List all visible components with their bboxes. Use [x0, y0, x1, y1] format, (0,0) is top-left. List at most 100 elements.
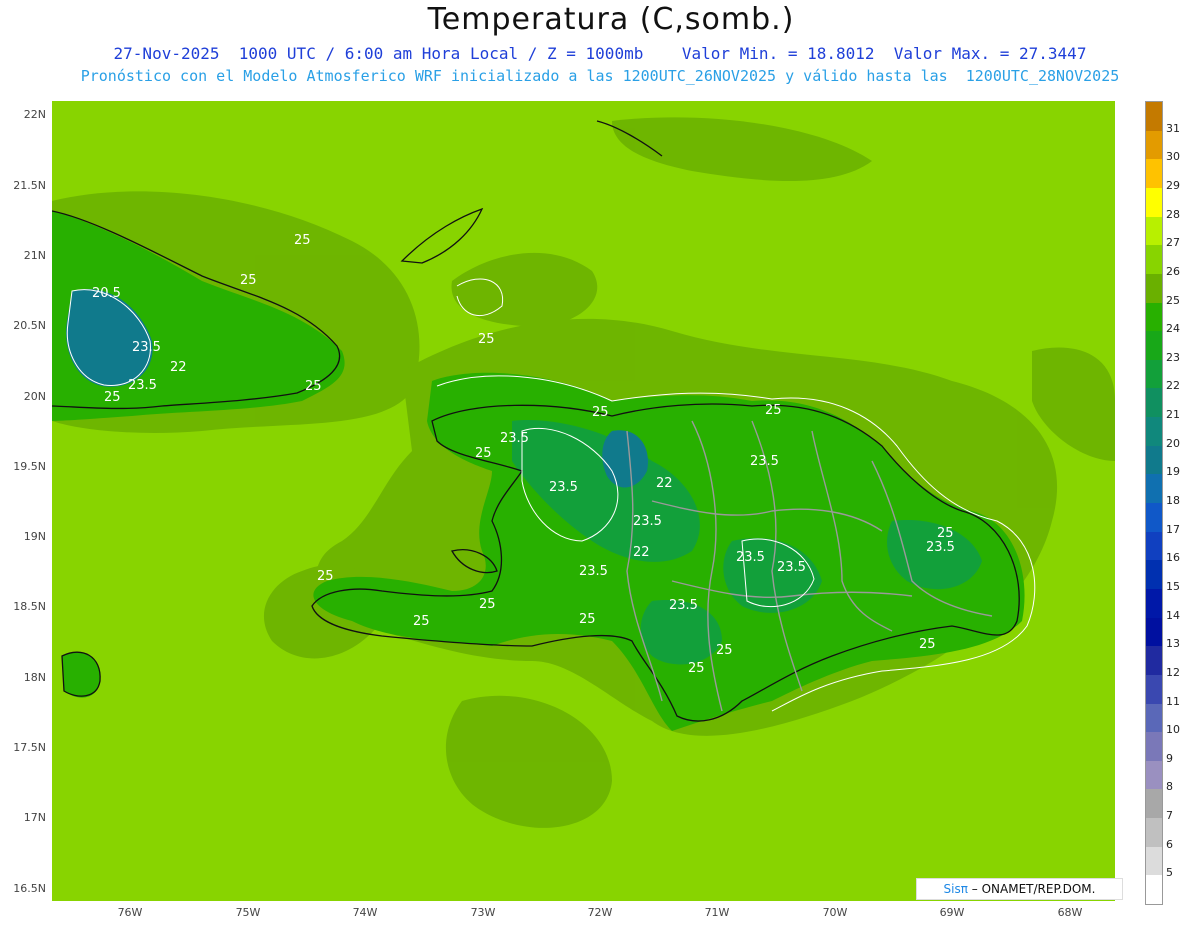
- sispi-logo-text: Sisπ: [943, 882, 968, 896]
- legend-label: 11: [1166, 694, 1180, 708]
- contour-label: 25: [716, 643, 733, 658]
- legend-label: 26: [1166, 264, 1180, 278]
- legend-swatch: [1146, 846, 1162, 876]
- legend-swatch: [1146, 503, 1162, 532]
- temperature-map[interactable]: 25 25 20.5 23.5 22 23.5 25 25 25 25 23.5…: [52, 101, 1115, 901]
- legend-swatch: [1146, 130, 1162, 160]
- legend-swatch: [1146, 789, 1162, 819]
- contour-label: 25: [919, 637, 936, 652]
- map-subtitle-model-run: Pronóstico con el Modelo Atmosferico WRF…: [80, 67, 1120, 85]
- legend-swatch: [1146, 703, 1162, 733]
- legend-swatch: [1146, 159, 1162, 189]
- contour-label: 25: [937, 526, 954, 541]
- map-subtitle-valid-time: 27-Nov-2025 1000 UTC / 6:00 am Hora Loca…: [113, 44, 1087, 63]
- lat-label: 19.5N: [13, 460, 46, 473]
- lat-label: 20.5N: [13, 319, 46, 332]
- legend-label: 14: [1166, 608, 1180, 622]
- legend-label: 8: [1166, 780, 1173, 794]
- legend-label: 31: [1166, 121, 1180, 135]
- contour-label: 22: [170, 360, 187, 375]
- legend-swatch: [1146, 445, 1162, 475]
- contour-label: 25: [317, 569, 334, 584]
- contour-label: 25: [479, 597, 496, 612]
- legend-swatch: [1146, 560, 1162, 590]
- lon-label: 76W: [117, 906, 143, 919]
- legend-label: 22: [1166, 379, 1180, 393]
- lon-label: 73W: [470, 906, 496, 919]
- legend-label: 15: [1166, 579, 1180, 593]
- legend-label: 23: [1166, 350, 1180, 364]
- contour-label: 25: [592, 405, 609, 420]
- contour-label: 25: [475, 446, 492, 461]
- legend-swatch: [1146, 417, 1162, 447]
- lon-label: 75W: [235, 906, 261, 919]
- legend-label: 17: [1166, 522, 1180, 536]
- legend-swatch: [1146, 617, 1162, 647]
- legend-label: 27: [1166, 236, 1180, 250]
- contour-label: 23.5: [579, 564, 608, 579]
- credit-text: – ONAMET/REP.DOM.: [967, 882, 1096, 896]
- legend-swatch: [1146, 531, 1162, 561]
- contour-label: 25: [294, 233, 311, 248]
- legend-label: 28: [1166, 207, 1180, 221]
- lon-label: 68W: [1057, 906, 1083, 919]
- contour-label: 22: [633, 545, 650, 560]
- legend-label: 9: [1166, 751, 1173, 765]
- color-scale-bar: [1145, 101, 1163, 905]
- contour-label: 23.5: [549, 480, 578, 495]
- legend-label: 16: [1166, 551, 1180, 565]
- legend-swatch: [1146, 388, 1162, 418]
- legend-swatch: [1146, 102, 1162, 131]
- contour-label: 25: [478, 332, 495, 347]
- legend-label: 20: [1166, 436, 1180, 450]
- lat-label: 17N: [23, 811, 46, 824]
- contour-label: 25: [104, 390, 121, 405]
- lat-label: 18N: [23, 671, 46, 684]
- legend-label: 21: [1166, 408, 1180, 422]
- legend-swatch: [1146, 760, 1162, 790]
- contour-label: 23.5: [132, 340, 161, 355]
- legend-label: 25: [1166, 293, 1180, 307]
- legend-swatch: [1146, 818, 1162, 848]
- contour-label: 25: [688, 661, 705, 676]
- contour-label: 23.5: [777, 560, 806, 575]
- contour-label: 20.5: [92, 286, 121, 301]
- lat-label: 22N: [23, 108, 46, 121]
- contour-label: 23.5: [500, 431, 529, 446]
- map-title: Temperatura (C,somb.): [427, 2, 795, 37]
- legend-swatch: [1146, 732, 1162, 762]
- contour-label: 25: [305, 379, 322, 394]
- legend-label: 29: [1166, 178, 1180, 192]
- lon-label: 69W: [939, 906, 965, 919]
- lat-label: 18.5N: [13, 600, 46, 613]
- contour-label: 23.5: [736, 550, 765, 565]
- credit-badge: Sisπ – ONAMET/REP.DOM.: [916, 878, 1123, 900]
- lat-label: 19N: [23, 530, 46, 543]
- contour-label: 23.5: [926, 540, 955, 555]
- legend-swatch: [1146, 273, 1162, 303]
- legend-swatch: [1146, 216, 1162, 246]
- legend-label: 12: [1166, 665, 1180, 679]
- lat-label: 20N: [23, 390, 46, 403]
- legend-label: 30: [1166, 150, 1180, 164]
- lat-label: 17.5N: [13, 741, 46, 754]
- legend-label: 24: [1166, 322, 1180, 336]
- legend-label: 13: [1166, 637, 1180, 651]
- legend-label: 7: [1166, 809, 1173, 823]
- contour-label: 23.5: [128, 378, 157, 393]
- legend-label: 19: [1166, 465, 1180, 479]
- lon-label: 74W: [352, 906, 378, 919]
- legend-swatch: [1146, 331, 1162, 361]
- legend-label: 18: [1166, 494, 1180, 507]
- lon-label: 70W: [822, 906, 848, 919]
- lat-label: 21.5N: [13, 179, 46, 192]
- lat-label: 21N: [23, 249, 46, 262]
- legend-swatch: [1146, 474, 1162, 504]
- contour-label: 23.5: [669, 598, 698, 613]
- contour-label: 25: [413, 614, 430, 629]
- contour-label: 22: [656, 476, 673, 491]
- contour-label-layer: 25 25 20.5 23.5 22 23.5 25 25 25 25 23.5…: [52, 101, 1115, 901]
- legend-swatch: [1146, 646, 1162, 676]
- legend-swatch: [1146, 674, 1162, 704]
- contour-label: 25: [765, 403, 782, 418]
